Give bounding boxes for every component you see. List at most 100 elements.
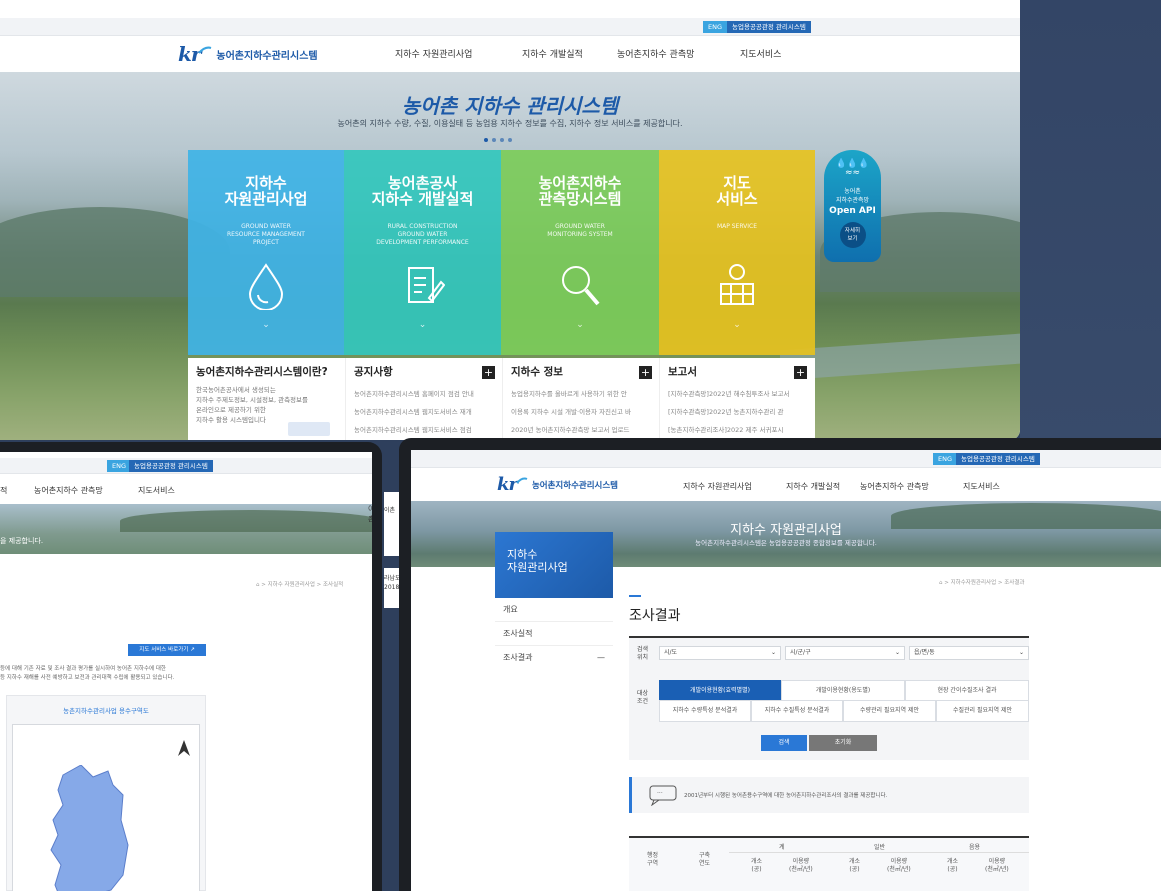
nav-item[interactable]: 적 (0, 485, 7, 496)
about-panel: 농어촌지하수관리시스템이란? 한국농어촌공사에서 생성되는 지하수 주제도정보, … (188, 358, 344, 440)
notice-item[interactable]: 농어촌지하수관리시스템 웹지도서비스 재개 (354, 403, 504, 421)
river (780, 333, 1020, 381)
card-development[interactable]: 농어촌공사 지하수 개발실적 RURAL CONSTRUCTION GROUND W… (344, 150, 501, 355)
nav-item-resource[interactable]: 지하수 자원관리사업 (395, 47, 472, 60)
notice-item[interactable]: 농어촌지하수관리시스템 홈페이지 점검 안내 (354, 385, 504, 403)
report-more-button[interactable]: + (794, 366, 807, 379)
map-canvas[interactable] (12, 724, 200, 891)
korea-map (50, 765, 129, 891)
water-drops-icon: 💧💧💧 ≈≈ (835, 159, 870, 178)
sister-site-link[interactable]: 농업용공공관정 관리시스템 (956, 453, 1040, 465)
side-item-overview[interactable]: 개요 (495, 598, 613, 622)
lang-button[interactable]: ENG (703, 21, 728, 33)
lang-button[interactable]: ENG (107, 460, 132, 472)
nav-item-monitoring[interactable]: 농어촌지하수 관측망 (34, 485, 103, 496)
slide-dot[interactable] (484, 138, 488, 142)
map-service-button[interactable]: 지도 서비스 바로가기 ↗ (128, 644, 206, 656)
tab-quality-region[interactable]: 수질관리 필요지역 제안 (936, 700, 1029, 722)
info-panel: 지하수 정보 + 농업용지하수를 올바르게 사용하기 위한 안 이용록 지하수 … (502, 358, 658, 440)
card-resource[interactable]: 지하수 자원관리사업 GROUND WATER RESOURCE MANAGEMEN… (188, 150, 344, 355)
card-map[interactable]: 지도 서비스 MAP SERVICE ⌄ (659, 150, 815, 355)
nav-item-development[interactable]: 지하수 개발실적 (786, 481, 840, 492)
info-title: 지하수 정보 (511, 366, 563, 378)
api-line: 농어촌 (844, 188, 861, 195)
slide-dot[interactable] (508, 138, 512, 142)
sido-select[interactable]: 시/도 ⌄ (659, 646, 781, 660)
notice-more-button[interactable]: + (482, 366, 495, 379)
sigungu-select[interactable]: 시/군/구 ⌄ (785, 646, 905, 660)
nav-item-map[interactable]: 지도서비스 (963, 481, 1000, 492)
search-button[interactable]: 검색 (761, 735, 807, 751)
tab-dev-status-use[interactable]: 개발이용현황(용도별) (781, 680, 905, 702)
peek-text: 이촌 (384, 507, 396, 514)
search-label: 검색 위치 (637, 646, 649, 661)
slide-dots[interactable] (484, 138, 512, 142)
slide-dot[interactable] (500, 138, 504, 142)
card-sub: PROJECT (253, 239, 279, 246)
hero-subtitle: 농어촌의 지하수 수량, 수질, 이용실태 등 농업용 지하수 정보를 수집, … (337, 119, 683, 128)
logo[interactable]: kr 농어촌지하수관리시스템 (497, 474, 618, 495)
tab-quantity-analysis[interactable]: 지하수 수량특성 분석결과 (659, 700, 751, 722)
tab-simple-quality[interactable]: 현장 간이수질조사 결과 (905, 680, 1029, 702)
col-use: 이용량 (천㎥/년) (789, 858, 813, 873)
open-api-badge[interactable]: 💧💧💧 ≈≈ 농어촌 지하수관측망 Open API 자세히 보기 (824, 150, 881, 262)
table-divider (729, 852, 1029, 853)
breadcrumb: ⌂ > 지하수자원관리사업 > 조사결과 (939, 580, 1025, 586)
title-accent (629, 595, 641, 597)
col-region: 행정 구역 (647, 852, 659, 867)
chevron-down-icon: ⌄ (576, 320, 584, 330)
logo[interactable]: kr 농어촌지하수관리시스템 (178, 42, 318, 66)
card-title-line: 서비스 (716, 190, 758, 208)
info-panels: 농어촌지하수관리시스템이란? 한국농어촌공사에서 생성되는 지하수 주제도정보, … (188, 358, 815, 440)
notice-text: 2001년부터 시행된 농어촌용수구역에 대한 농어촌지하수관리조사의 결과를 … (684, 793, 888, 799)
side-item-survey-record[interactable]: 조사실적 (495, 622, 613, 646)
api-title: Open API (829, 206, 876, 216)
side-title-line: 지하수 (507, 548, 538, 561)
nav-item-resource[interactable]: 지하수 자원관리사업 (683, 481, 752, 492)
tab-dev-status-effect[interactable]: 개발이용현황(효력별별) (659, 680, 781, 702)
card-monitoring[interactable]: 농어촌지하수 관측망시스템 GROUND WATER MONITORING SYST… (501, 150, 659, 355)
api-more-button[interactable]: 자세히 보기 (839, 222, 866, 248)
col-count: 개소 (공) (849, 858, 861, 873)
nav-item-monitoring[interactable]: 농어촌지하수 관측망 (860, 481, 929, 492)
report-item[interactable]: [지하수관측망]2022년 농촌지하수관리 관 (668, 403, 818, 421)
slide-dot[interactable] (492, 138, 496, 142)
side-item-survey-result[interactable]: 조사결과 — (495, 646, 613, 670)
map-box: 농촌지하수관리사업 용수구역도 (6, 695, 206, 891)
info-item[interactable]: 농업용지하수를 올바르게 사용하기 위한 안 (511, 385, 661, 403)
reset-button[interactable]: 초기화 (809, 735, 877, 751)
group-drinking: 음용 (969, 844, 981, 851)
card-sub: MONITORING SYSTEM (547, 231, 613, 238)
sister-site-link[interactable]: 농업용공공관정 관리시스템 (727, 21, 811, 33)
report-item[interactable]: [농촌지하수관리조사]2022 제주 서귀포시 (668, 421, 818, 439)
group-general: 일반 (874, 844, 886, 851)
sister-site-link[interactable]: 농업용공공관정 관리시스템 (129, 460, 213, 472)
col-count: 개소 (공) (751, 858, 763, 873)
hero-title: 농어촌 지하수 관리시스템 (401, 94, 619, 118)
nav-item-monitoring[interactable]: 농어촌지하수 관측망 (617, 47, 694, 60)
notice-item[interactable]: 농어촌지하수관리시스템 웹지도서비스 점검 (354, 421, 504, 439)
info-item[interactable]: 이용록 지하수 시설 개발·이용자 자진신고 바 (511, 403, 661, 421)
main-window: ENG 농업용공공관정 관리시스템 kr 농어촌지하수관리시스템 지하수 자원관… (0, 0, 1020, 440)
nav-item-development[interactable]: 지하수 개발실적 (522, 47, 583, 60)
tab-quality-analysis[interactable]: 지하수 수질특성 분석결과 (751, 700, 843, 722)
about-text: 한국농어촌공사에서 생성되는 지하수 주제도정보, 시설정보, 관측정보를 온라인으… (196, 385, 336, 425)
nav-item-map[interactable]: 지도서비스 (740, 47, 781, 60)
logo-mark: kr (178, 42, 201, 66)
notice-panel: 공지사항 + 농어촌지하수관리시스템 홈페이지 점검 안내 농어촌지하수관리시스… (345, 358, 501, 440)
info-item[interactable]: 2020년 농어촌지하수관측망 보고서 업로드 (511, 421, 661, 439)
tab-quantity-region[interactable]: 수량관리 필요지역 제안 (843, 700, 936, 722)
api-line: 지하수관측망 (835, 197, 870, 204)
report-item[interactable]: [지하수관측망]2022년 해수침투조사 보고서 (668, 385, 818, 403)
side-title-box: 지하수 자원관리사업 (495, 532, 613, 598)
description: 등에 대해 기존 자료 및 조사 결과 평가를 실시하여 농어촌 지하수에 대한… (0, 665, 174, 683)
lang-button[interactable]: ENG (933, 453, 958, 465)
document-edit-icon (407, 267, 445, 303)
collapse-icon[interactable]: — (597, 646, 605, 670)
condition-label: 대상 조건 (637, 690, 649, 705)
info-more-button[interactable]: + (639, 366, 652, 379)
breadcrumb: ⌂ > 지하수 자원관리사업 > 조사실적 (256, 582, 344, 588)
nav-item-map[interactable]: 지도서비스 (138, 485, 175, 496)
card-title-line: 자원관리사업 (224, 190, 308, 208)
eupmyeondong-select[interactable]: 읍/면/동 ⌄ (909, 646, 1029, 660)
